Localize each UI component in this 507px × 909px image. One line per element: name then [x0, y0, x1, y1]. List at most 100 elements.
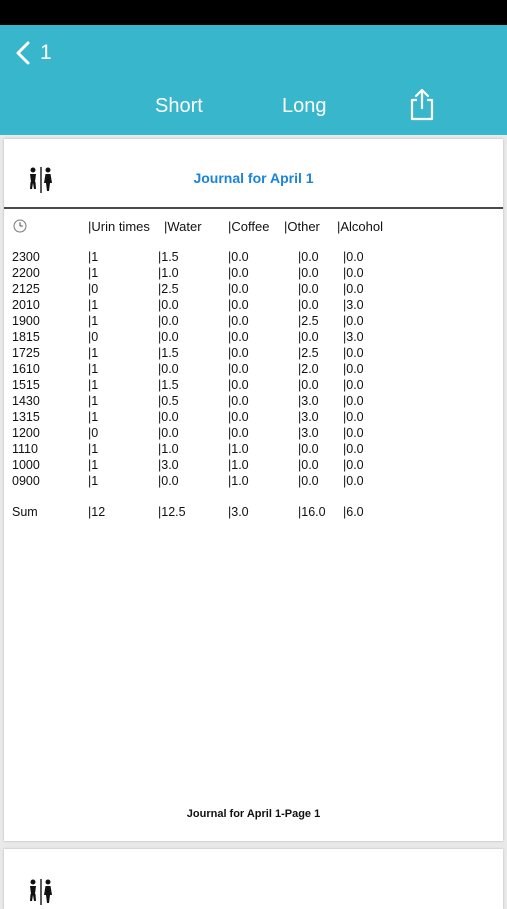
sum-label: Sum — [12, 505, 38, 519]
cell-time: 0900 — [12, 474, 40, 488]
cell-time: 1200 — [12, 426, 40, 440]
cell-time: 1725 — [12, 346, 40, 360]
table-row: 1515 |1 |1.5 |0.0 |0.0 |0.0 — [12, 377, 383, 393]
cell-water: |1.5 — [158, 346, 179, 360]
sum-alcohol: |6.0 — [343, 505, 364, 519]
journal-table: 2300 |1 |1.5 |0.0 |0.0 |0.0 2200 |1 |1.0… — [12, 249, 383, 489]
cell-water: |0.0 — [158, 298, 179, 312]
cell-time: 1515 — [12, 378, 40, 392]
cell-time: 1000 — [12, 458, 40, 472]
cell-alcohol: |0.0 — [343, 362, 364, 376]
sum-coffee: |3.0 — [228, 505, 249, 519]
sum-other: |16.0 — [298, 505, 326, 519]
cell-water: |0.0 — [158, 426, 179, 440]
sum-urin: |12 — [88, 505, 106, 519]
cell-urin: |1 — [88, 266, 99, 280]
cell-other: |2.5 — [298, 314, 319, 328]
cell-time: 2010 — [12, 298, 40, 312]
cell-coffee: |0.0 — [228, 282, 249, 296]
cell-urin: |1 — [88, 298, 99, 312]
cell-other: |0.0 — [298, 250, 319, 264]
cell-water: |2.5 — [158, 282, 179, 296]
cell-coffee: |0.0 — [228, 378, 249, 392]
cell-other: |0.0 — [298, 282, 319, 296]
cell-urin: |1 — [88, 314, 99, 328]
cell-alcohol: |0.0 — [343, 314, 364, 328]
cell-coffee: |0.0 — [228, 426, 249, 440]
table-row: 1815 |0 |0.0 |0.0 |0.0 |3.0 — [12, 329, 383, 345]
cell-urin: |0 — [88, 282, 99, 296]
cell-coffee: |1.0 — [228, 474, 249, 488]
cell-coffee: |0.0 — [228, 394, 249, 408]
cell-coffee: |0.0 — [228, 410, 249, 424]
clock-icon — [13, 219, 27, 233]
journal-page-1: Journal for April 1 |Urin times |Water |… — [4, 139, 503, 841]
cell-alcohol: |0.0 — [343, 266, 364, 280]
cell-water: |0.0 — [158, 362, 179, 376]
cell-urin: |1 — [88, 458, 99, 472]
cell-coffee: |0.0 — [228, 250, 249, 264]
back-label: 1 — [40, 41, 52, 64]
cell-water: |0.0 — [158, 474, 179, 488]
tab-short[interactable]: Short — [155, 95, 203, 118]
col-header-coffee: |Coffee — [228, 219, 270, 234]
table-row: 1315 |1 |0.0 |0.0 |3.0 |0.0 — [12, 409, 383, 425]
table-row: 1110 |1 |1.0 |1.0 |0.0 |0.0 — [12, 441, 383, 457]
cell-coffee: |0.0 — [228, 298, 249, 312]
share-icon[interactable] — [409, 87, 435, 121]
cell-time: 1610 — [12, 362, 40, 376]
cell-urin: |0 — [88, 426, 99, 440]
cell-water: |1.0 — [158, 266, 179, 280]
cell-other: |0.0 — [298, 266, 319, 280]
cell-water: |0.5 — [158, 394, 179, 408]
cell-other: |2.0 — [298, 362, 319, 376]
sum-water: |12.5 — [158, 505, 186, 519]
cell-time: 1815 — [12, 330, 40, 344]
chevron-left-icon — [16, 41, 30, 65]
cell-urin: |1 — [88, 474, 99, 488]
cell-coffee: |0.0 — [228, 362, 249, 376]
cell-alcohol: |0.0 — [343, 282, 364, 296]
cell-coffee: |1.0 — [228, 442, 249, 456]
cell-alcohol: |0.0 — [343, 426, 364, 440]
cell-coffee: |0.0 — [228, 266, 249, 280]
cell-urin: |1 — [88, 250, 99, 264]
table-row: 2010 |1 |0.0 |0.0 |0.0 |3.0 — [12, 297, 383, 313]
cell-alcohol: |0.0 — [343, 410, 364, 424]
cell-urin: |1 — [88, 346, 99, 360]
restroom-icon — [30, 879, 52, 905]
cell-alcohol: |0.0 — [343, 458, 364, 472]
cell-urin: |1 — [88, 394, 99, 408]
cell-time: 1430 — [12, 394, 40, 408]
table-row: 0900 |1 |0.0 |1.0 |0.0 |0.0 — [12, 473, 383, 489]
sum-row: Sum |12 |12.5 |3.0 |16.0 |6.0 — [12, 505, 383, 519]
cell-water: |0.0 — [158, 330, 179, 344]
table-row: 1430 |1 |0.5 |0.0 |3.0 |0.0 — [12, 393, 383, 409]
cell-time: 2300 — [12, 250, 40, 264]
cell-water: |1.5 — [158, 250, 179, 264]
cell-other: |3.0 — [298, 410, 319, 424]
divider — [4, 207, 503, 209]
cell-water: |3.0 — [158, 458, 179, 472]
back-button[interactable]: 1 — [14, 39, 52, 67]
table-row: 1900 |1 |0.0 |0.0 |2.5 |0.0 — [12, 313, 383, 329]
cell-alcohol: |0.0 — [343, 378, 364, 392]
cell-other: |0.0 — [298, 330, 319, 344]
tab-long[interactable]: Long — [282, 95, 327, 118]
cell-alcohol: |0.0 — [343, 442, 364, 456]
cell-other: |3.0 — [298, 394, 319, 408]
cell-other: |0.0 — [298, 442, 319, 456]
cell-time: 1110 — [12, 442, 38, 456]
cell-water: |1.0 — [158, 442, 179, 456]
cell-alcohol: |0.0 — [343, 474, 364, 488]
col-header-water: |Water — [164, 219, 202, 234]
status-bar — [0, 0, 507, 25]
table-row: 2300 |1 |1.5 |0.0 |0.0 |0.0 — [12, 249, 383, 265]
table-row: 1610 |1 |0.0 |0.0 |2.0 |0.0 — [12, 361, 383, 377]
cell-water: |0.0 — [158, 410, 179, 424]
cell-other: |0.0 — [298, 298, 319, 312]
cell-time: 2125 — [12, 282, 40, 296]
cell-other: |2.5 — [298, 346, 319, 360]
cell-urin: |1 — [88, 442, 99, 456]
table-row: 1000 |1 |3.0 |1.0 |0.0 |0.0 — [12, 457, 383, 473]
